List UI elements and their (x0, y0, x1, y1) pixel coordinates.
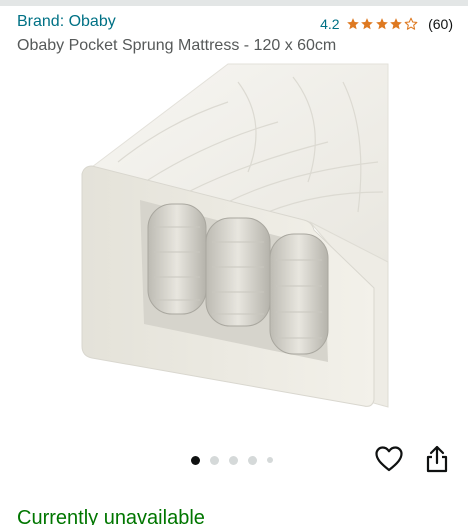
carousel-dot[interactable] (210, 455, 219, 465)
heart-outline-icon[interactable] (374, 445, 404, 473)
star-empty-icon (404, 17, 417, 30)
star-filled-icon (361, 18, 373, 30)
rating-value: 4.2 (320, 16, 340, 32)
carousel-dot[interactable] (229, 455, 238, 465)
carousel-dot-active[interactable] (191, 455, 200, 465)
carousel-dot[interactable] (248, 455, 257, 465)
share-icon[interactable] (423, 444, 451, 474)
rating-summary[interactable]: 4.2 (60) (320, 15, 453, 33)
brand-link[interactable]: Brand: Obaby (17, 13, 116, 31)
carousel-dot[interactable] (267, 457, 273, 463)
review-count: (60) (428, 16, 453, 32)
top-divider (0, 0, 468, 6)
star-rating (346, 17, 419, 31)
product-image[interactable] (78, 62, 390, 414)
product-title: Obaby Pocket Sprung Mattress - 120 x 60c… (17, 37, 337, 54)
star-filled-icon (375, 18, 388, 30)
star-filled-icon (346, 18, 359, 30)
availability-status: Currently unavailable (17, 507, 205, 525)
star-filled-icon (390, 18, 402, 30)
brand-rating-row: Brand: Obaby 4.2 (60) (17, 12, 453, 34)
image-carousel-indicator[interactable] (191, 455, 283, 465)
